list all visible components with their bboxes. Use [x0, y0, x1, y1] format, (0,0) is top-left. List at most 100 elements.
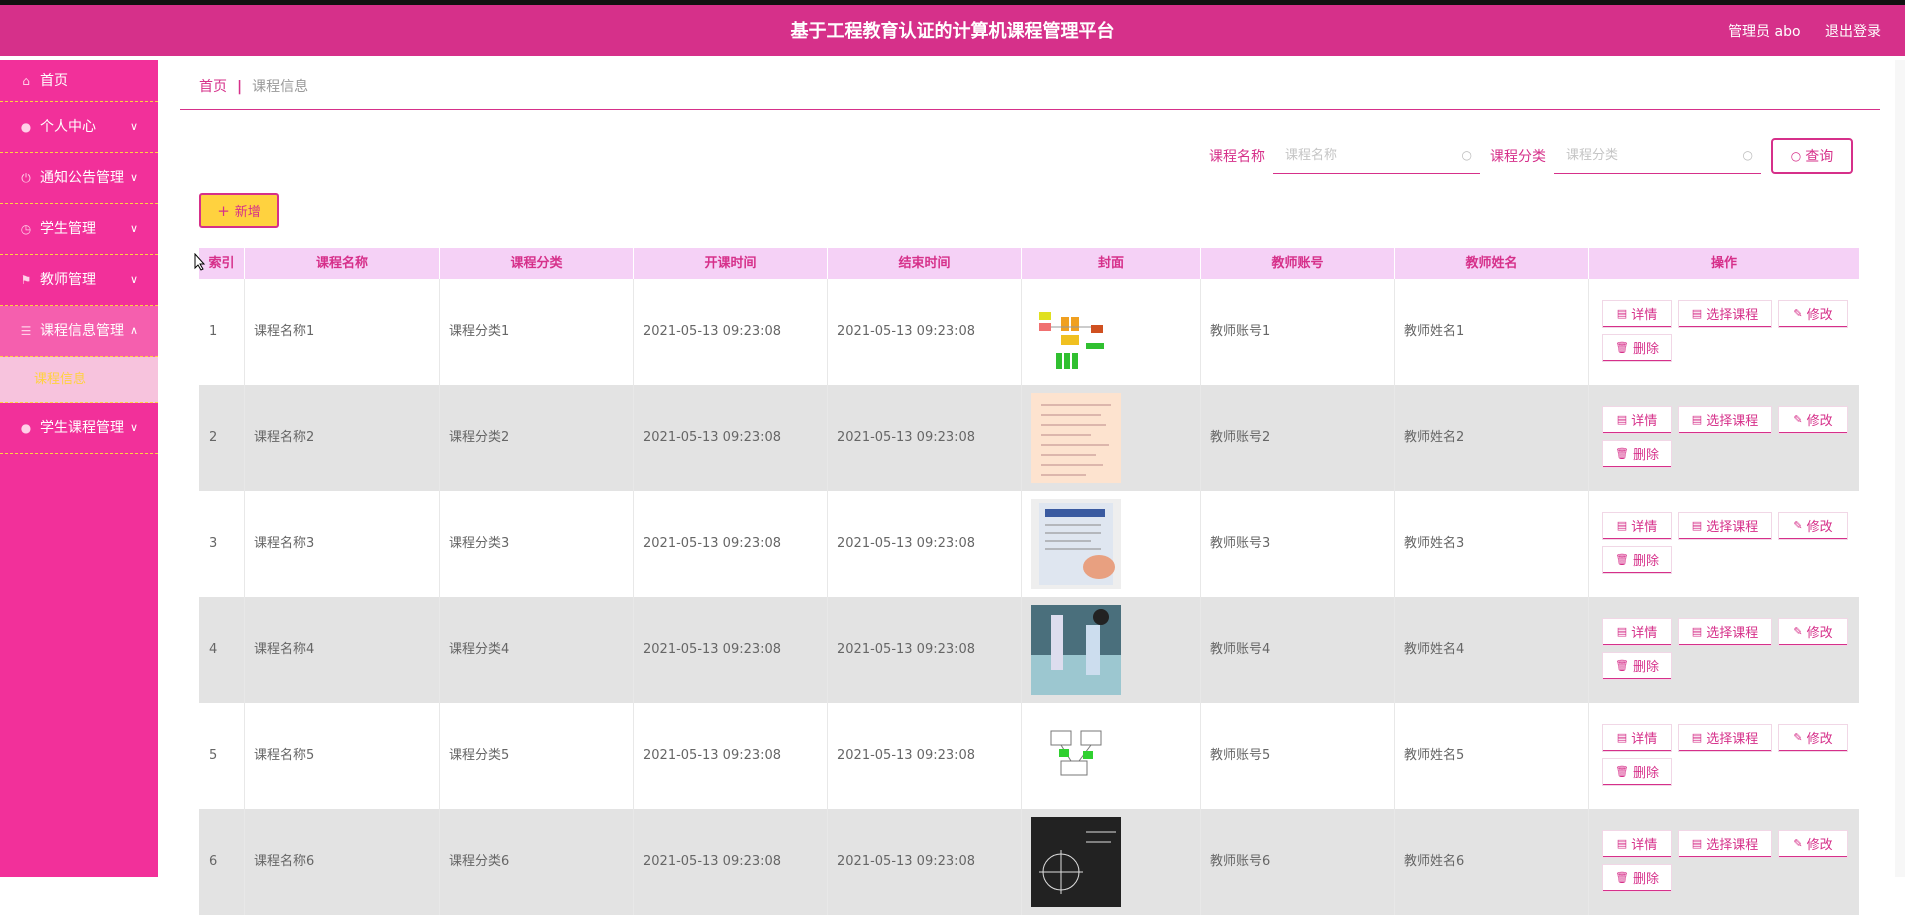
cell-teacher-account: 教师账号2 — [1201, 385, 1395, 491]
edit-button[interactable]: ✎ 修改 — [1779, 619, 1847, 645]
course-name-input[interactable] — [1273, 138, 1480, 173]
detail-button[interactable]: ▤ 详情 — [1603, 301, 1671, 327]
detail-button[interactable]: ▤ 详情 — [1603, 831, 1671, 857]
sidebar-item-label: 课程信息管理 — [40, 323, 124, 339]
cell-actions: ▤ 详情 ▤ 选择课程 ✎ 修改 🗑 删除 — [1589, 385, 1859, 491]
course-category-input[interactable] — [1554, 138, 1761, 173]
select-course-button[interactable]: ▤ 选择课程 — [1679, 725, 1771, 751]
document-icon: ▤ — [1616, 731, 1628, 744]
vertical-scrollbar[interactable] — [1895, 60, 1905, 877]
edit-button-label: 修改 — [1806, 520, 1833, 535]
breadcrumb: 首页 | 课程信息 — [180, 64, 1880, 110]
cell-cover — [1022, 703, 1201, 809]
sidebar-item-notice[interactable]: ⏻ 通知公告管理 ∨ — [0, 153, 158, 204]
cell-teacher-account: 教师账号6 — [1201, 809, 1395, 915]
select-course-button[interactable]: ▤ 选择课程 — [1679, 301, 1771, 327]
delete-button[interactable]: 🗑 删除 — [1603, 653, 1671, 679]
table-row: 3 课程名称3 课程分类3 2021-05-13 09:23:08 2021-05-13… — [199, 491, 1859, 597]
app-title: 基于工程教育认证的计算机课程管理平台 — [790, 21, 1115, 42]
cover-image[interactable] — [1031, 393, 1121, 483]
cell-course-name: 课程名称2 — [245, 385, 440, 491]
document-icon: ▤ — [1691, 625, 1703, 638]
edit-button[interactable]: ✎ 修改 — [1779, 513, 1847, 539]
detail-button[interactable]: ▤ 详情 — [1603, 619, 1671, 645]
row-actions: ▤ 详情 ▤ 选择课程 ✎ 修改 🗑 删除 — [1603, 301, 1859, 369]
chevron-down-icon: ∨ — [129, 120, 138, 133]
edit-button[interactable]: ✎ 修改 — [1779, 725, 1847, 751]
detail-button-label: 详情 — [1631, 414, 1658, 429]
select-course-button[interactable]: ▤ 选择课程 — [1679, 619, 1771, 645]
cell-course-name: 课程名称4 — [245, 597, 440, 703]
course-name-label: 课程名称 — [1209, 149, 1265, 165]
sidebar-item-student-courses[interactable]: ● 学生课程管理 ∨ — [0, 403, 158, 454]
select-course-button-label: 选择课程 — [1706, 626, 1759, 641]
breadcrumb-home[interactable]: 首页 — [199, 79, 227, 95]
sidebar-item-label: 通知公告管理 — [40, 170, 124, 186]
cover-image[interactable] — [1031, 499, 1121, 589]
edit-button-label: 修改 — [1806, 838, 1833, 853]
sidebar-subitem-course-info[interactable]: 课程信息 — [0, 357, 158, 403]
cell-index: 1 — [199, 279, 245, 385]
edit-button[interactable]: ✎ 修改 — [1779, 831, 1847, 857]
search-icon: ○ — [1742, 148, 1753, 162]
sidebar-item-course-info[interactable]: ☰ 课程信息管理 ∧ — [0, 306, 158, 357]
pencil-icon: ✎ — [1793, 307, 1803, 320]
cell-course-category: 课程分类5 — [440, 703, 634, 809]
column-header-cover: 封面 — [1022, 248, 1201, 279]
table-body: 1 课程名称1 课程分类1 2021-05-13 09:23:08 2021-05-13… — [199, 279, 1859, 915]
edit-button[interactable]: ✎ 修改 — [1779, 407, 1847, 433]
delete-button[interactable]: 🗑 删除 — [1603, 547, 1671, 573]
select-course-button[interactable]: ▤ 选择课程 — [1679, 407, 1771, 433]
sidebar-item-teachers[interactable]: ⚑ 教师管理 ∨ — [0, 255, 158, 306]
logout-link[interactable]: 退出登录 — [1825, 24, 1881, 40]
select-course-button-label: 选择课程 — [1706, 732, 1759, 747]
detail-button[interactable]: ▤ 详情 — [1603, 513, 1671, 539]
table-header: 索引 课程名称 课程分类 开课时间 结束时间 封面 教师账号 教师姓名 操作 — [199, 248, 1859, 279]
cell-course-name: 课程名称5 — [245, 703, 440, 809]
cover-image[interactable] — [1031, 287, 1121, 377]
cell-start-time: 2021-05-13 09:23:08 — [634, 703, 828, 809]
edit-button-label: 修改 — [1806, 308, 1833, 323]
column-header-actions: 操作 — [1710, 256, 1737, 271]
sidebar-item-profile[interactable]: ● 个人中心 ∨ — [0, 102, 158, 153]
delete-button[interactable]: 🗑 删除 — [1603, 759, 1671, 785]
cell-start-time: 2021-05-13 09:23:08 — [634, 597, 828, 703]
column-header-teacher: 教师姓名 — [1395, 248, 1589, 279]
delete-button[interactable]: 🗑 删除 — [1603, 441, 1671, 467]
cover-image[interactable] — [1031, 605, 1121, 695]
detail-button[interactable]: ▤ 详情 — [1603, 725, 1671, 751]
row-actions: ▤ 详情 ▤ 选择课程 ✎ 修改 🗑 删除 — [1603, 831, 1859, 899]
cell-course-name: 课程名称1 — [245, 279, 440, 385]
detail-button[interactable]: ▤ 详情 — [1603, 407, 1671, 433]
select-course-button[interactable]: ▤ 选择课程 — [1679, 831, 1771, 857]
query-button[interactable]: ○ 查询 — [1771, 138, 1853, 174]
search-icon: ○ — [1461, 148, 1472, 162]
cell-teacher-name: 教师姓名4 — [1395, 597, 1589, 703]
cell-end-time: 2021-05-13 09:23:08 — [828, 279, 1022, 385]
cell-cover — [1022, 279, 1201, 385]
edit-button-label: 修改 — [1806, 414, 1833, 429]
clock-icon: ◷ — [20, 222, 32, 236]
sidebar-item-home[interactable]: ⌂ 首页 — [0, 60, 158, 102]
edit-button[interactable]: ✎ 修改 — [1779, 301, 1847, 327]
cover-image[interactable] — [1031, 711, 1121, 801]
select-course-button[interactable]: ▤ 选择课程 — [1679, 513, 1771, 539]
course-category-label: 课程分类 — [1490, 149, 1546, 165]
row-actions: ▤ 详情 ▤ 选择课程 ✎ 修改 🗑 删除 — [1603, 513, 1859, 581]
delete-button-label: 删除 — [1632, 448, 1659, 463]
detail-button-label: 详情 — [1631, 308, 1658, 323]
document-icon: ▤ — [1616, 413, 1628, 426]
cover-image[interactable] — [1031, 817, 1121, 907]
cell-teacher-account: 教师账号1 — [1201, 279, 1395, 385]
cell-cover — [1022, 597, 1201, 703]
sidebar-item-students[interactable]: ◷ 学生管理 ∨ — [0, 204, 158, 255]
user-icon: ● — [20, 421, 32, 435]
cell-course-category: 课程分类6 — [440, 809, 634, 915]
document-icon: ▤ — [1616, 307, 1628, 320]
trash-icon: 🗑 — [1615, 341, 1629, 354]
table-row: 6 课程名称6 课程分类6 2021-05-13 09:23:08 2021-05-13… — [199, 809, 1859, 915]
add-button[interactable]: + 新增 — [199, 193, 279, 228]
delete-button[interactable]: 🗑 删除 — [1603, 865, 1671, 891]
cell-cover — [1022, 491, 1201, 597]
delete-button[interactable]: 🗑 删除 — [1603, 335, 1671, 361]
